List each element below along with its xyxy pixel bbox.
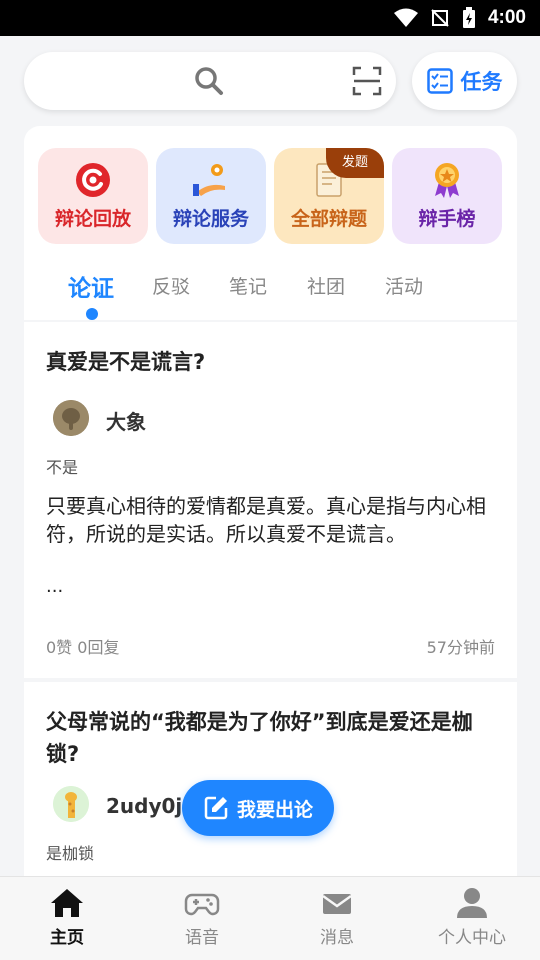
bottom-nav: 主页 语音 消息 个人中心 [0,876,540,960]
tile-label: 辩手榜 [418,208,476,230]
tab-clubs[interactable]: 社团 [307,272,345,299]
tab-events[interactable]: 活动 [385,272,423,299]
nav-voice[interactable]: 语音 [142,887,262,959]
elephant-avatar-icon [53,400,89,436]
gamepad-icon [184,893,220,916]
tab-notes[interactable]: 笔记 [229,272,267,299]
service-icon [193,164,225,196]
tile-debate-service[interactable]: 辩论服务 [156,148,266,244]
status-bar: 4:00 [0,0,540,36]
search-input[interactable] [24,52,396,110]
wifi-icon [393,8,418,27]
write-argument-button[interactable]: 我要出论 [182,780,334,836]
avatar[interactable] [53,400,89,436]
tab-argument[interactable]: 论证 [68,269,114,303]
giraffe-avatar-icon [53,786,89,822]
task-button[interactable]: 任务 [412,52,517,110]
search-icon[interactable] [194,66,224,96]
scan-icon[interactable] [352,66,382,96]
active-tab-indicator [86,308,98,320]
post-ellipsis: ... [46,576,64,597]
nav-profile[interactable]: 个人中心 [412,887,532,959]
post-body[interactable]: 只要真心相待的爱情都是真爱。真心是指与内心相符，所说的是实话。所以真爱不是谎言。 [46,492,496,548]
new-topic-badge[interactable]: 发题 [326,148,384,178]
edit-icon [204,796,228,820]
mail-icon [322,894,352,914]
stance-label: 不是 [46,458,79,477]
stance-label: 是枷锁 [46,844,95,863]
person-icon [457,888,487,918]
tab-bar: 论证 反驳 笔记 社团 活动 [24,272,517,312]
status-time: 4:00 [487,7,526,28]
post-stats: 0赞 0回复 [46,638,120,657]
post-title[interactable]: 父母常说的“我都是为了你好”到底是爱还是枷锁? [46,706,496,770]
nav-label: 个人中心 [438,928,506,948]
nav-home[interactable]: 主页 [7,887,127,959]
task-label: 任务 [460,70,503,94]
nav-messages[interactable]: 消息 [277,887,397,959]
nav-label: 消息 [320,928,354,948]
post-title[interactable]: 真爱是不是谎言? [46,346,496,378]
tab-rebuttal[interactable]: 反驳 [152,272,190,299]
battery-charging-icon [462,7,475,28]
fab-label: 我要出论 [236,798,313,821]
post-time: 57分钟前 [426,638,495,657]
status-icons: 4:00 [393,0,526,36]
tile-label: 全部辩题 [290,208,367,230]
nav-label: 语音 [185,928,219,948]
replay-icon [76,163,110,197]
tile-debate-replay[interactable]: 辩论回放 [38,148,148,244]
checklist-icon [426,68,453,94]
no-signal-icon [431,9,449,27]
feature-card: 辩论回放 辩论服务 发题 全部辩题 辩手榜 论证 反驳 笔记 社团 活动 [24,126,517,320]
tile-label: 辩论回放 [54,208,131,230]
nav-label: 主页 [50,928,84,948]
ranking-icon [435,163,459,198]
post-card[interactable]: 真爱是不是谎言? 大象 不是 只要真心相待的爱情都是真爱。真心是指与内心相符，所… [24,322,517,678]
tile-all-topics[interactable]: 发题 全部辩题 [274,148,384,244]
home-icon [51,889,83,917]
tile-debater-ranking[interactable]: 辩手榜 [392,148,502,244]
tile-label: 辩论服务 [172,208,249,230]
avatar[interactable] [53,786,89,822]
author-name[interactable]: 大象 [106,406,146,435]
